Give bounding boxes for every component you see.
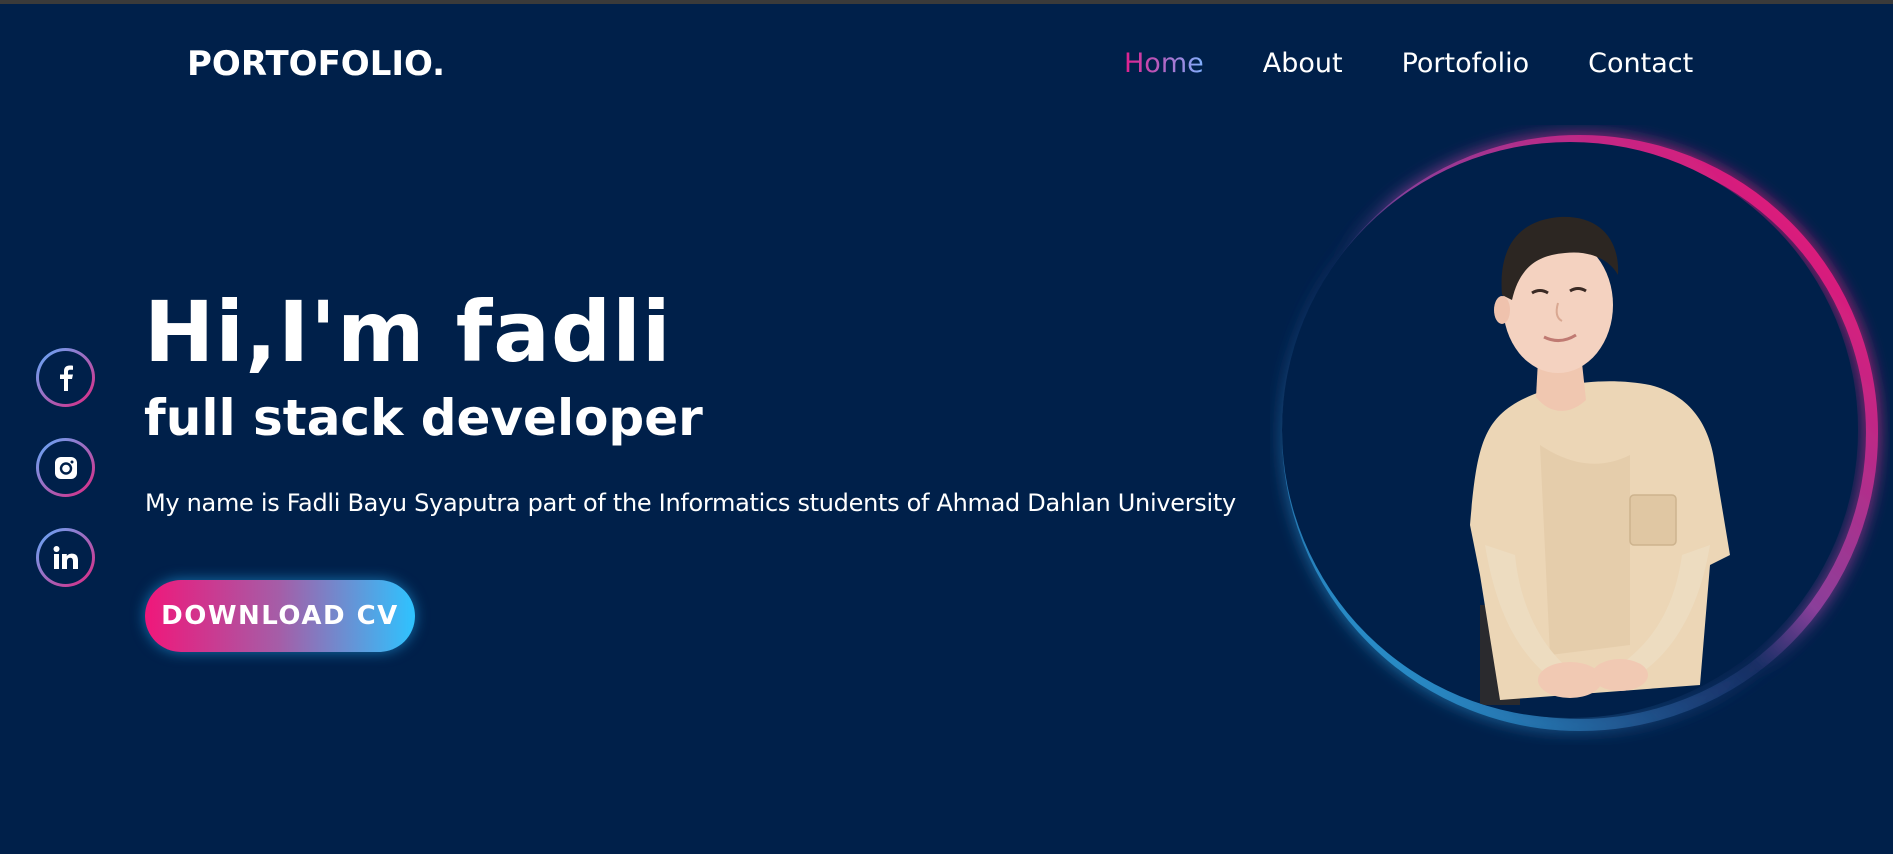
nav-portofolio[interactable]: Portofolio bbox=[1402, 48, 1530, 79]
nav-about[interactable]: About bbox=[1263, 48, 1343, 79]
nav-home[interactable]: Home bbox=[1124, 48, 1204, 79]
instagram-icon bbox=[54, 456, 77, 479]
site-logo[interactable]: PORTOFOLIO. bbox=[187, 44, 445, 84]
linkedin-button[interactable] bbox=[36, 528, 95, 587]
social-links bbox=[36, 348, 95, 618]
window-top-border bbox=[0, 0, 1893, 4]
main-nav: Home About Portofolio Contact bbox=[1124, 48, 1752, 79]
hero-title: Hi,I'm fadli bbox=[144, 283, 672, 381]
instagram-button[interactable] bbox=[36, 438, 95, 497]
download-cv-button[interactable]: DOWNLOAD CV bbox=[145, 580, 415, 652]
facebook-button[interactable] bbox=[36, 348, 95, 407]
hero-subtitle: full stack developer bbox=[144, 389, 703, 447]
hero-description: My name is Fadli Bayu Syaputra part of t… bbox=[145, 489, 1236, 517]
nav-contact[interactable]: Contact bbox=[1588, 48, 1693, 79]
portrait-illustration bbox=[1282, 135, 1878, 731]
facebook-icon bbox=[59, 365, 73, 391]
linkedin-icon bbox=[53, 545, 78, 569]
profile-portrait bbox=[1270, 125, 1890, 745]
